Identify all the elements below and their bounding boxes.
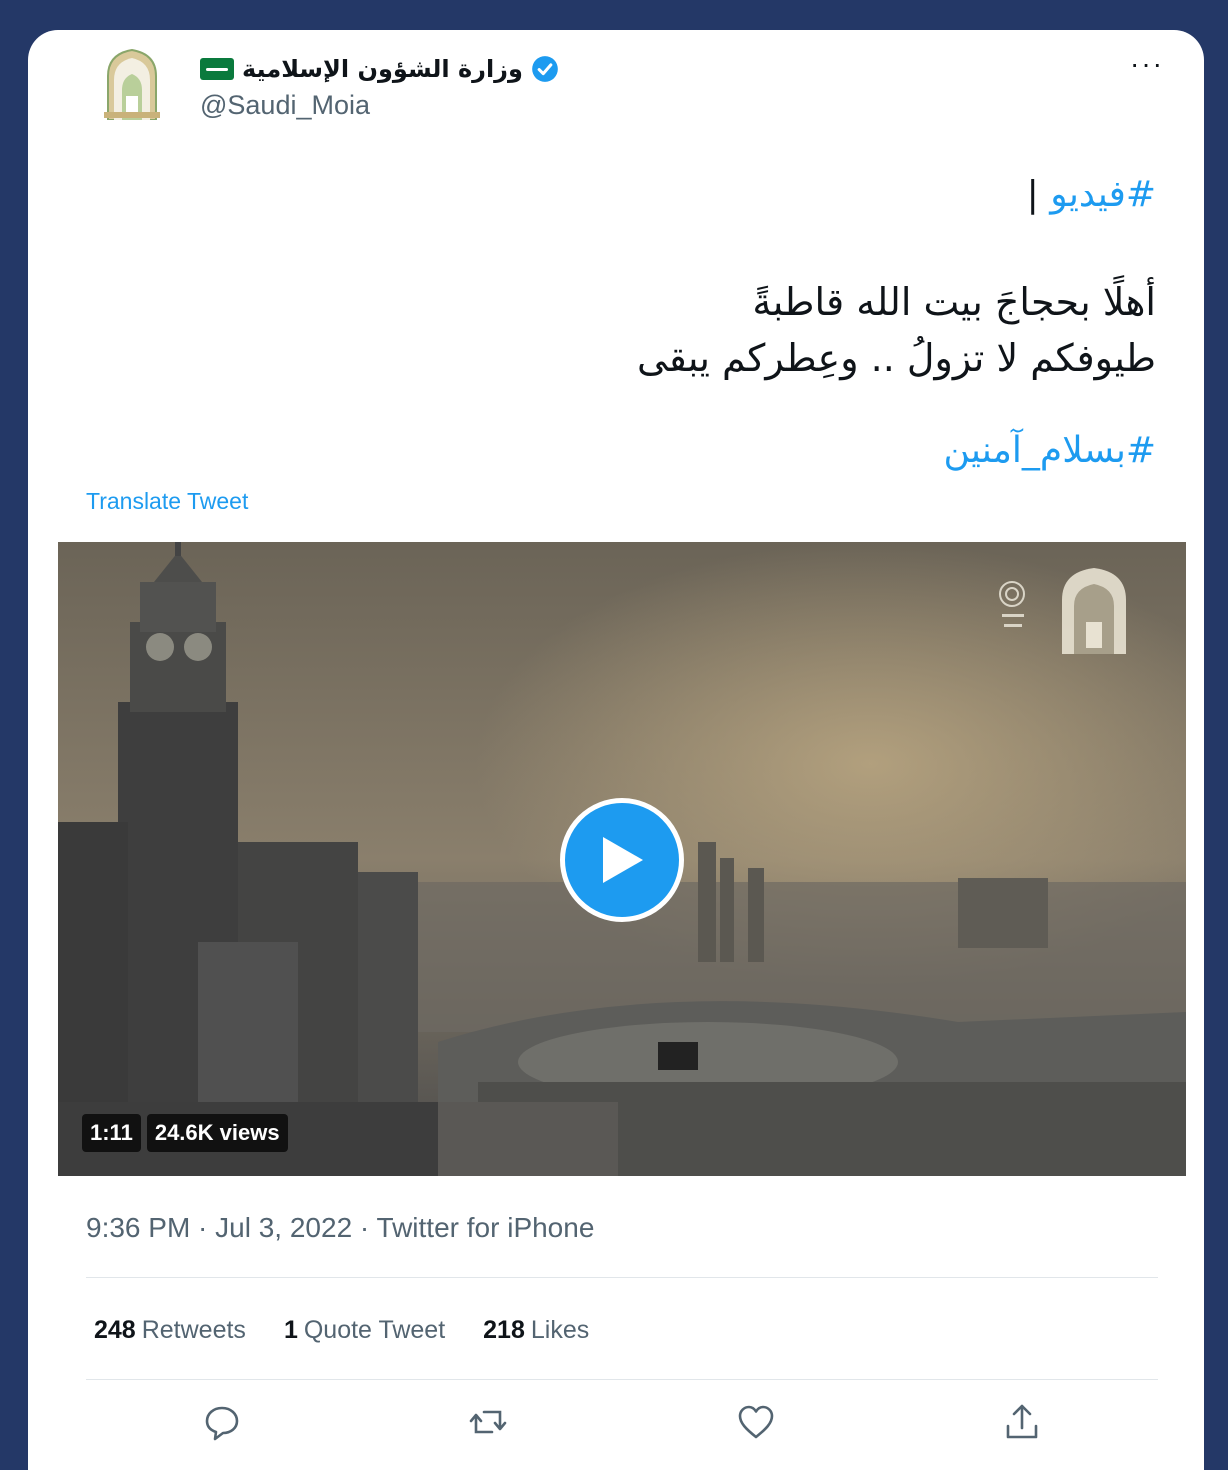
- play-icon: [603, 837, 643, 883]
- reply-icon[interactable]: [202, 1402, 242, 1442]
- video-player[interactable]: 1:11 24.6K views: [58, 542, 1186, 1176]
- quotes-stat[interactable]: 1 Quote Tweet: [284, 1316, 445, 1345]
- quotes-label: Quote Tweet: [303, 1316, 446, 1344]
- hashtag-bisalam[interactable]: #بسلام_آمنين: [944, 430, 1156, 471]
- quotes-count: 1: [283, 1316, 298, 1344]
- video-views: 24.6K views: [146, 1114, 288, 1152]
- video-badge: 1:11 24.6K views: [82, 1114, 288, 1152]
- divider: [86, 1277, 1158, 1278]
- verified-icon: [532, 56, 558, 82]
- body-line-1: أهلًا بحجاجَ بيت الله قاطبةً: [752, 280, 1156, 324]
- body-line-2: طيوفكم لا تزولُ .. وعِطركم يبقى: [637, 336, 1156, 380]
- likes-count: 218: [483, 1316, 525, 1344]
- tweet-text: #فيديو | أهلًا بحجاجَ بيت الله قاطبةً طي…: [156, 168, 1156, 478]
- retweets-stat[interactable]: 248 Retweets: [94, 1316, 246, 1345]
- ministry-logo-icon[interactable]: [100, 46, 164, 120]
- hashtag-video[interactable]: #فيديو: [1050, 174, 1156, 215]
- play-button[interactable]: [560, 798, 684, 922]
- name-row: وزارة الشؤون الإسلامية: [200, 52, 559, 86]
- retweets-label: Retweets: [141, 1316, 246, 1344]
- display-name[interactable]: وزارة الشؤون الإسلامية: [242, 55, 523, 83]
- video-duration: 1:11: [82, 1114, 141, 1152]
- user-handle[interactable]: @Saudi_Moia: [200, 90, 370, 121]
- likes-stat[interactable]: 218 Likes: [483, 1316, 589, 1345]
- tweet-actions: [28, 1402, 1204, 1446]
- divider: [86, 1379, 1158, 1380]
- tweet-stats: 248 Retweets 1 Quote Tweet 218 Likes: [94, 1316, 589, 1345]
- watermark-logo-icon: [999, 568, 1126, 654]
- retweets-count: 248: [94, 1316, 136, 1344]
- translate-tweet-link[interactable]: Translate Tweet: [86, 488, 248, 515]
- tweet-header: وزارة الشؤون الإسلامية @Saudi_Moia ···: [28, 30, 1204, 150]
- tweet-card: وزارة الشؤون الإسلامية @Saudi_Moia ··· #…: [28, 30, 1204, 1470]
- saudi-flag-icon: [200, 58, 234, 80]
- separator: |: [1026, 174, 1051, 215]
- likes-label: Likes: [530, 1316, 590, 1344]
- share-icon[interactable]: [1002, 1402, 1042, 1442]
- tweet-meta: 9:36 PM · Jul 3, 2022 · Twitter for iPho…: [86, 1212, 595, 1243]
- retweet-icon[interactable]: [468, 1402, 508, 1442]
- more-options-icon[interactable]: ···: [1130, 48, 1164, 80]
- like-icon[interactable]: [736, 1402, 776, 1442]
